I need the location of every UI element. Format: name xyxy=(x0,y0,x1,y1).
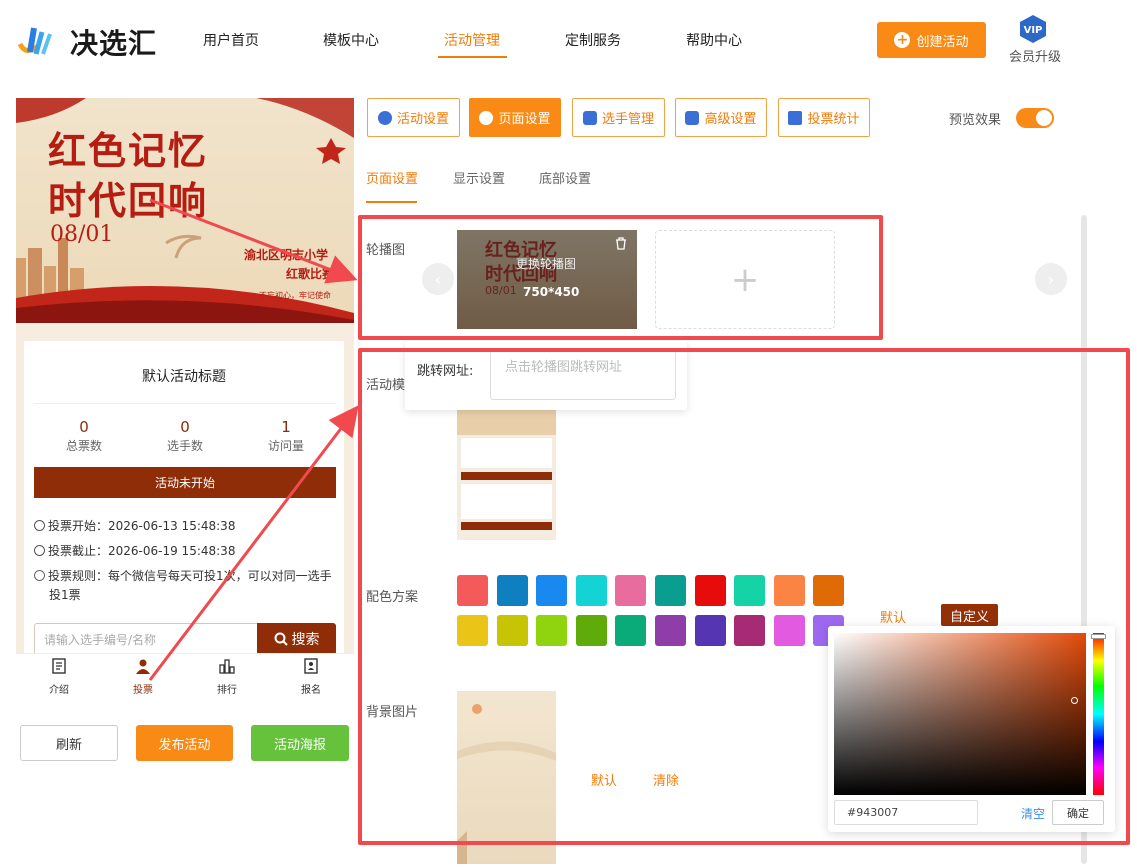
vote-end-text: 投票截止：2026-06-19 15:48:38 xyxy=(48,544,236,558)
subtab-page-settings[interactable]: 页面设置 xyxy=(366,168,418,187)
tabbar-intro[interactable]: 介绍 xyxy=(31,658,87,696)
banner-event: 红歌比赛 xyxy=(286,267,335,281)
nav-template-center[interactable]: 模板中心 xyxy=(323,30,379,50)
info-icon xyxy=(34,570,45,581)
search-icon xyxy=(274,632,288,646)
subtab-active-indicator xyxy=(366,201,417,203)
contestant-search-input[interactable]: 请输入选手编号/名称 xyxy=(34,623,258,655)
preview-banner: 红色记忆 时代回响 08/01 渝北区明志小学 红歌比赛 不忘初心，牢记使命 xyxy=(16,98,354,323)
users-icon xyxy=(582,110,597,125)
vip-icon[interactable]: VIP xyxy=(1013,14,1053,44)
search-button[interactable]: 搜索 xyxy=(257,623,336,655)
highlight-box-settings xyxy=(358,348,1130,845)
stat-visits-label: 访问量 xyxy=(267,439,304,453)
stat-visits-value: 1 xyxy=(281,418,291,436)
search-button-label: 搜索 xyxy=(291,632,320,648)
activity-status-bar: 活动未开始 xyxy=(34,467,336,498)
clock-icon xyxy=(34,545,45,556)
logo-icon[interactable] xyxy=(16,22,62,58)
tabbar-signup[interactable]: 报名 xyxy=(283,658,339,696)
tab-activity-settings-label: 活动设置 xyxy=(396,112,449,127)
tab-page-settings-label: 页面设置 xyxy=(498,112,551,127)
vote-end-row: 投票截止：2026-06-19 15:48:38 xyxy=(34,542,235,559)
tab-page-settings[interactable]: 页面设置 xyxy=(469,98,561,137)
highlight-box-carousel xyxy=(358,215,883,340)
tabbar-signup-label: 报名 xyxy=(301,685,321,696)
vote-rule-row: 投票规则：每个微信号每天可投1次，可以对同一选手投1票 xyxy=(34,567,334,605)
id-card-icon xyxy=(304,658,318,674)
create-activity-button[interactable]: + 创建活动 xyxy=(877,22,986,58)
bar-chart-icon xyxy=(788,110,803,125)
plus-icon: + xyxy=(894,32,911,48)
vote-rule-text: 投票规则：每个微信号每天可投1次，可以对同一选手投1票 xyxy=(48,569,332,602)
tab-activity-settings[interactable]: 活动设置 xyxy=(367,98,460,137)
star-icon xyxy=(377,110,392,125)
banner-date: 08/01 xyxy=(50,222,114,247)
tab-contestant-management-label: 选手管理 xyxy=(601,112,654,127)
top-header: 决选汇 用户首页 模板中心 活动管理 定制服务 帮助中心 + 创建活动 VIP … xyxy=(0,0,1137,82)
clock-icon xyxy=(34,520,45,531)
tab-contestant-management[interactable]: 选手管理 xyxy=(572,98,665,137)
document-icon xyxy=(52,658,66,674)
tab-vote-statistics[interactable]: 投票统计 xyxy=(778,98,870,137)
stat-total-votes-label: 总票数 xyxy=(65,439,102,453)
nav-active-indicator xyxy=(438,56,507,58)
banner-slogan: 不忘初心，牢记使命 xyxy=(259,291,331,300)
activity-poster-button[interactable]: 活动海报 xyxy=(251,725,349,761)
user-icon xyxy=(136,659,150,674)
vote-start-row: 投票开始：2026-06-13 15:48:38 xyxy=(34,517,235,534)
vip-badge-text: VIP xyxy=(1024,25,1043,36)
stat-contestants-label: 选手数 xyxy=(166,439,203,453)
stat-total-votes-value: 0 xyxy=(79,418,89,436)
tabbar-rank-label: 排行 xyxy=(217,685,237,696)
banner-title-line2: 时代回响 xyxy=(48,178,209,223)
banner-school: 渝北区明志小学 xyxy=(244,248,329,262)
tabbar-vote-label: 投票 xyxy=(133,685,153,696)
tab-advanced-settings[interactable]: 高级设置 xyxy=(675,98,767,137)
publish-activity-button[interactable]: 发布活动 xyxy=(136,725,233,761)
preview-effect-label: 预览效果 xyxy=(949,113,1002,128)
stat-contestants-value: 0 xyxy=(180,418,190,436)
subtab-display-settings[interactable]: 显示设置 xyxy=(453,168,505,187)
vote-start-text: 投票开始：2026-06-13 15:48:38 xyxy=(48,519,236,533)
tabbar-rank[interactable]: 排行 xyxy=(199,658,255,696)
preview-card xyxy=(24,341,344,661)
gear-icon xyxy=(479,110,494,125)
carousel-next-button[interactable]: › xyxy=(1035,263,1067,295)
nav-user-home[interactable]: 用户首页 xyxy=(203,30,259,50)
ranking-icon xyxy=(219,659,235,674)
tabbar-vote[interactable]: 投票 xyxy=(115,658,171,696)
chevron-right-icon: › xyxy=(1047,269,1055,289)
nav-custom-service[interactable]: 定制服务 xyxy=(565,30,621,50)
settings-list-icon xyxy=(685,110,700,125)
nav-activity-management[interactable]: 活动管理 xyxy=(444,30,500,50)
tab-advanced-settings-label: 高级设置 xyxy=(704,112,757,127)
brand-name[interactable]: 决选汇 xyxy=(70,22,157,62)
preview-activity-title: 默认活动标题 xyxy=(142,369,226,385)
nav-help-center[interactable]: 帮助中心 xyxy=(686,30,742,50)
subtab-footer-settings[interactable]: 底部设置 xyxy=(539,168,591,187)
toggle-knob xyxy=(1036,110,1052,126)
tab-vote-statistics-label: 投票统计 xyxy=(807,112,860,127)
divider xyxy=(34,403,336,404)
vip-upgrade-link[interactable]: 会员升级 xyxy=(1009,46,1061,65)
banner-title-line1: 红色记忆 xyxy=(48,128,209,173)
tabbar-intro-label: 介绍 xyxy=(49,685,69,696)
create-activity-label: 创建活动 xyxy=(916,34,969,50)
refresh-button[interactable]: 刷新 xyxy=(20,725,118,761)
